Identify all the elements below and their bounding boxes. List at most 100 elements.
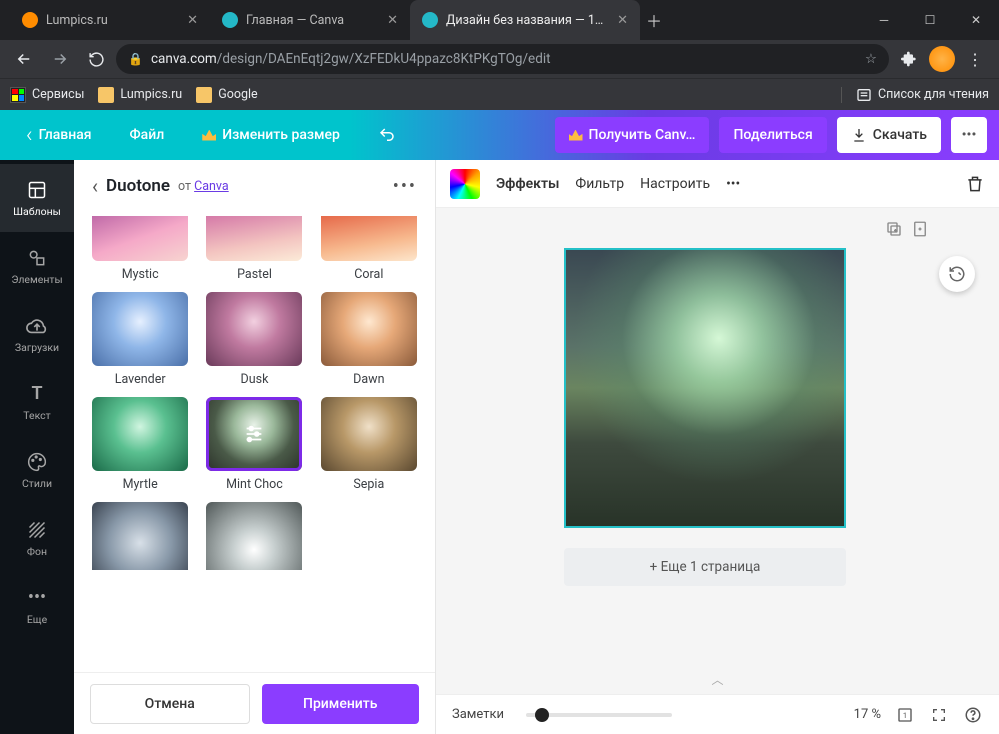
rail-text[interactable]: T Текст	[0, 368, 74, 436]
undo-button[interactable]	[364, 117, 410, 153]
preset-myrtle[interactable]: Myrtle	[90, 397, 190, 492]
more-menu-button[interactable]: •••	[951, 117, 987, 153]
regenerate-button[interactable]	[939, 256, 975, 292]
address-bar[interactable]: 🔒 canva.com/design/DAEnEqtj2gw/XzFEDkU4p…	[116, 44, 889, 74]
tab-title: Дизайн без названия — 1481	[446, 13, 609, 28]
close-icon[interactable]: ✕	[387, 13, 398, 28]
svg-text:1: 1	[903, 711, 907, 720]
zoom-value[interactable]: 17 %	[854, 707, 881, 722]
maximize-button[interactable]: ☐	[907, 0, 953, 40]
add-page-icon[interactable]	[911, 220, 929, 238]
bookmark-services[interactable]: Сервисы	[10, 87, 84, 103]
preset-thumb[interactable]	[92, 397, 188, 471]
url-domain: canva.com	[151, 51, 217, 67]
preset-grid[interactable]: Mystic Pastel Coral Lavender Dusk Dawn M…	[74, 212, 435, 672]
side-rail: Шаблоны Элементы Загрузки T Текст Стили …	[0, 160, 74, 734]
panel-back-button[interactable]: ‹	[92, 174, 98, 198]
download-button[interactable]: Скачать	[837, 117, 941, 153]
preset-thumb[interactable]	[206, 292, 302, 366]
extensions-button[interactable]	[893, 43, 925, 75]
forward-button[interactable]	[44, 43, 76, 75]
preset-extra-1[interactable]	[204, 502, 304, 570]
window-controls: ─ ☐ ✕	[861, 0, 999, 40]
preset-dawn[interactable]: Dawn	[319, 292, 419, 387]
color-picker-button[interactable]	[450, 169, 480, 199]
close-window-button[interactable]: ✕	[953, 0, 999, 40]
share-button[interactable]: Поделиться	[719, 117, 826, 153]
ctx-filter[interactable]: Фильтр	[575, 176, 624, 192]
help-icon[interactable]	[963, 705, 983, 725]
page-image[interactable]	[566, 250, 844, 526]
preset-extra-0[interactable]	[90, 502, 190, 570]
rail-more[interactable]: ••• Еще	[0, 572, 74, 640]
preset-thumb[interactable]	[206, 502, 302, 570]
add-page-button[interactable]: + Еще 1 страница	[564, 548, 846, 586]
preset-pastel[interactable]: Pastel	[204, 216, 304, 282]
chevron-up-icon[interactable]: ︿	[711, 671, 723, 688]
browser-menu-button[interactable]: ⋮	[959, 43, 991, 75]
resize-button[interactable]: Изменить размер	[188, 117, 354, 153]
home-button[interactable]: Главная	[12, 117, 106, 153]
rail-templates[interactable]: Шаблоны	[0, 164, 74, 232]
new-tab-button[interactable]: ＋	[640, 0, 668, 40]
delete-button[interactable]	[965, 174, 985, 194]
preset-thumb[interactable]	[321, 292, 417, 366]
reading-list-button[interactable]: Список для чтения	[841, 87, 989, 103]
browser-tab-canva-design[interactable]: Дизайн без названия — 1481 ✕	[410, 0, 640, 40]
rail-uploads[interactable]: Загрузки	[0, 300, 74, 368]
apply-button[interactable]: Применить	[262, 684, 420, 724]
preset-thumb[interactable]	[92, 292, 188, 366]
preset-thumb[interactable]	[92, 502, 188, 570]
preset-label: Mint Choc	[226, 477, 283, 492]
reload-button[interactable]	[80, 43, 112, 75]
browser-tab-lumpics[interactable]: Lumpics.ru ✕	[10, 0, 210, 40]
preset-thumb[interactable]	[206, 397, 302, 471]
bookmark-lumpics[interactable]: Lumpics.ru	[98, 87, 182, 103]
rail-styles[interactable]: Стили	[0, 436, 74, 504]
preset-mystic[interactable]: Mystic	[90, 216, 190, 282]
bookmark-star-icon[interactable]: ☆	[865, 51, 877, 67]
bookmark-google[interactable]: Google	[196, 87, 257, 103]
preset-label: Lavender	[115, 372, 166, 387]
design-page[interactable]	[564, 248, 846, 528]
author-link[interactable]: Canva	[194, 179, 229, 194]
preset-dusk[interactable]: Dusk	[204, 292, 304, 387]
notes-button[interactable]: Заметки	[452, 707, 504, 722]
profile-avatar[interactable]	[929, 46, 955, 72]
download-icon	[851, 127, 867, 143]
get-pro-button[interactable]: Получить Canv…	[555, 117, 710, 153]
browser-tabs: Lumpics.ru ✕ Главная — Canva ✕ Дизайн бе…	[0, 0, 861, 40]
panel-more-button[interactable]: •••	[393, 176, 417, 197]
ctx-more[interactable]: •••	[726, 176, 740, 192]
file-menu[interactable]: Файл	[116, 117, 179, 153]
sliders-icon[interactable]	[206, 397, 302, 471]
zoom-slider[interactable]	[526, 713, 672, 717]
grid-view-icon[interactable]: 1	[895, 705, 915, 725]
back-button[interactable]	[8, 43, 40, 75]
duplicate-page-icon[interactable]	[885, 220, 903, 238]
url-path: /design/DAEnEqtj2gw/XzFEDkU4ppazc8KtPKgT…	[217, 51, 551, 67]
ctx-effects[interactable]: Эффекты	[496, 176, 559, 192]
preset-thumb[interactable]	[321, 397, 417, 471]
preset-thumb[interactable]	[92, 216, 188, 261]
rail-elements[interactable]: Элементы	[0, 232, 74, 300]
fullscreen-icon[interactable]	[929, 705, 949, 725]
ctx-adjust[interactable]: Настроить	[640, 176, 710, 192]
bottom-bar: Заметки 17 % 1	[436, 694, 999, 734]
preset-sepia[interactable]: Sepia	[319, 397, 419, 492]
preset-mint-choc[interactable]: Mint Choc	[204, 397, 304, 492]
preset-label: Dusk	[241, 372, 269, 387]
slider-knob[interactable]	[535, 708, 549, 722]
minimize-button[interactable]: ─	[861, 0, 907, 40]
preset-lavender[interactable]: Lavender	[90, 292, 190, 387]
preset-coral[interactable]: Coral	[319, 216, 419, 282]
background-icon	[26, 519, 48, 541]
cancel-button[interactable]: Отмена	[90, 684, 250, 724]
preset-thumb[interactable]	[206, 216, 302, 261]
close-icon[interactable]: ✕	[187, 13, 198, 28]
close-icon[interactable]: ✕	[617, 13, 628, 28]
preset-thumb[interactable]	[321, 216, 417, 261]
canvas-stage[interactable]: + Еще 1 страница ︿	[436, 208, 999, 694]
browser-tab-canva-home[interactable]: Главная — Canva ✕	[210, 0, 410, 40]
rail-background[interactable]: Фон	[0, 504, 74, 572]
